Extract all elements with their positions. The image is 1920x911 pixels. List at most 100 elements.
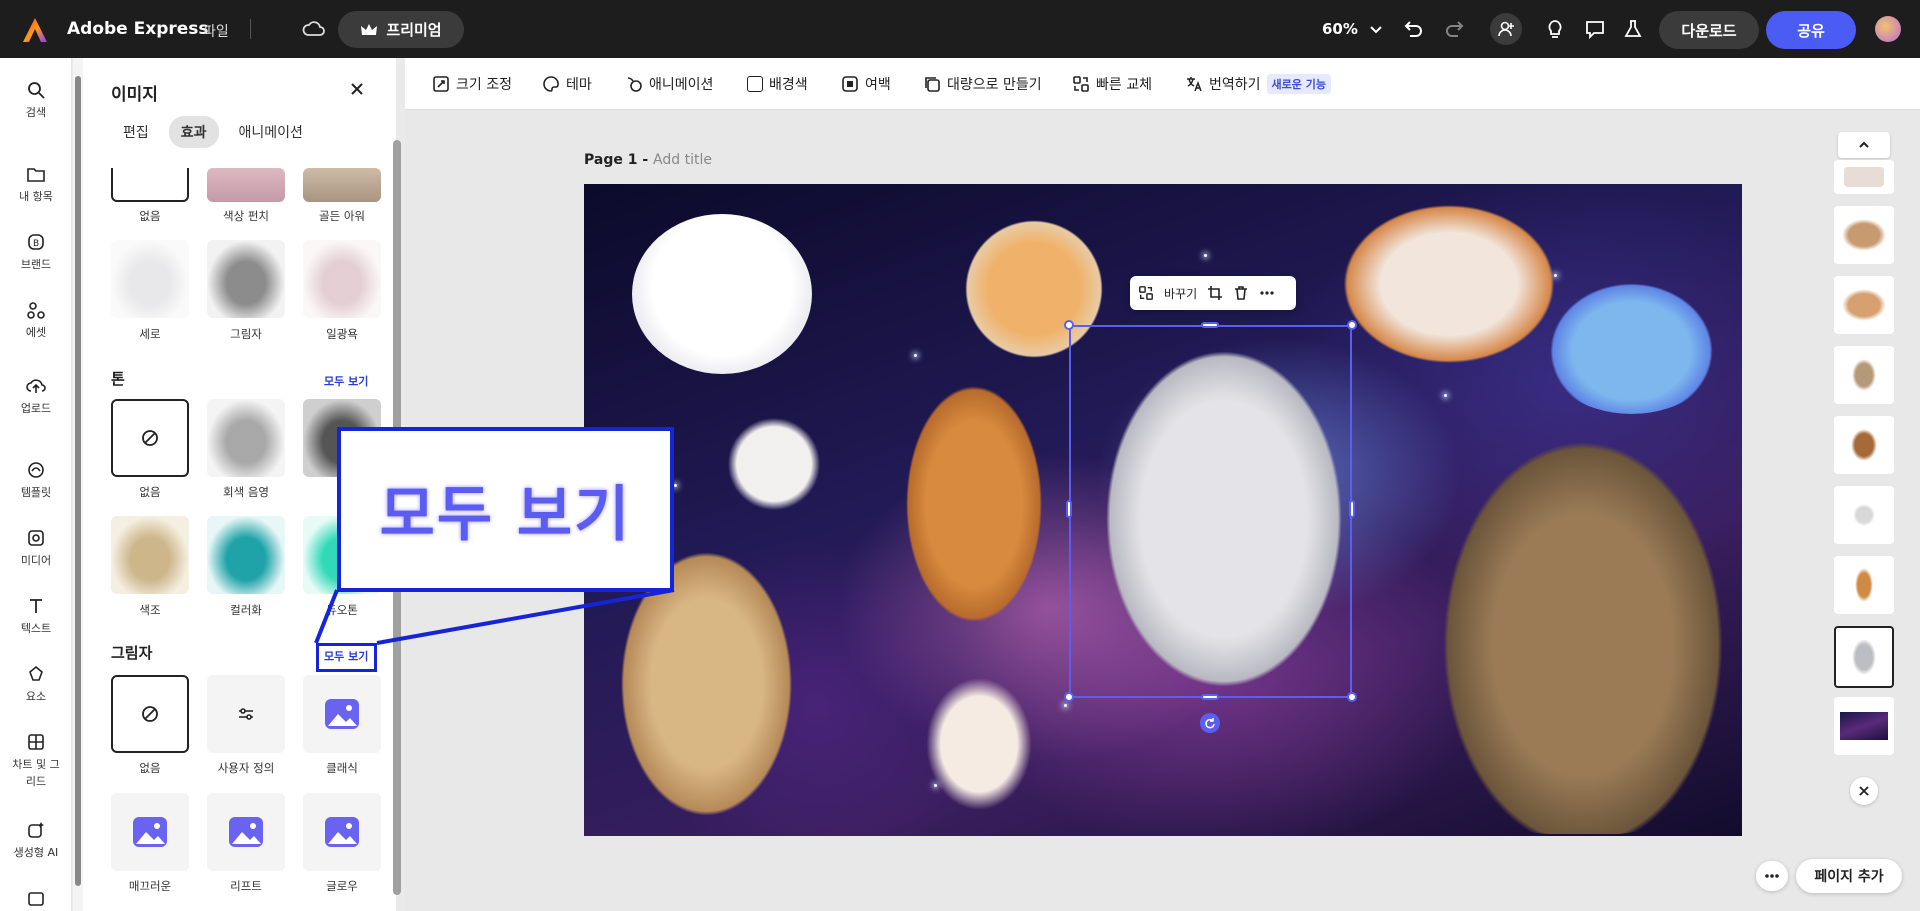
effect-shadow-tone[interactable] xyxy=(207,240,285,318)
blue-guinea-pig[interactable] xyxy=(1539,274,1724,414)
page-thumb[interactable] xyxy=(1834,486,1894,544)
more-icon[interactable] xyxy=(1259,285,1275,301)
resize-handle[interactable] xyxy=(1349,500,1355,518)
shadow-lift[interactable] xyxy=(207,793,285,871)
rail-item-media[interactable]: 미디어 xyxy=(0,528,72,568)
effect-portrait[interactable] xyxy=(111,240,189,318)
app-name[interactable]: Adobe Express xyxy=(67,19,209,39)
effect-sunbath[interactable] xyxy=(303,240,381,318)
rail-scrollbar[interactable] xyxy=(73,58,83,911)
page-thumb[interactable] xyxy=(1834,346,1894,404)
rail-item-more[interactable] xyxy=(0,888,72,911)
resize-handle[interactable] xyxy=(1201,322,1219,328)
orange-cat[interactable] xyxy=(899,374,1049,634)
cloud-icon[interactable] xyxy=(302,18,326,40)
resize-handle[interactable] xyxy=(1347,320,1357,330)
shadow-none[interactable] xyxy=(111,675,189,753)
rail-item-elements[interactable]: 요소 xyxy=(0,664,72,704)
bulk-create-tool[interactable]: 대량으로 만들기 xyxy=(923,74,1042,94)
hamster-white[interactable] xyxy=(724,409,824,519)
replace-button[interactable]: 바꾸기 xyxy=(1164,285,1197,302)
rail-label: 업로드 xyxy=(20,402,52,415)
upload-icon xyxy=(26,379,46,393)
rail-item-gen-ai[interactable]: 생성형 AI xyxy=(0,820,72,860)
crown-icon xyxy=(361,23,378,35)
rail-item-upload[interactable]: 업로드 xyxy=(0,376,72,416)
resize-handle[interactable] xyxy=(1201,694,1219,700)
shadow-glow[interactable] xyxy=(303,793,381,871)
chevron-down-icon[interactable] xyxy=(1368,21,1384,37)
tone-tint[interactable] xyxy=(111,516,189,594)
tone-colorize[interactable] xyxy=(207,516,285,594)
resize-handle[interactable] xyxy=(1064,692,1074,702)
translate-tool[interactable]: 번역하기 새로운 기능 xyxy=(1185,74,1331,94)
margin-tool[interactable]: 여백 xyxy=(841,74,891,94)
quick-replace-tool[interactable]: 빠른 교체 xyxy=(1072,74,1152,94)
resize-handle[interactable] xyxy=(1066,500,1072,518)
download-button[interactable]: 다운로드 xyxy=(1659,11,1759,49)
shadow-custom[interactable] xyxy=(207,675,285,753)
close-pages-button[interactable] xyxy=(1850,777,1878,805)
profile-avatar[interactable] xyxy=(1875,16,1901,42)
theme-tool[interactable]: 테마 xyxy=(542,74,592,94)
undo-icon[interactable] xyxy=(1402,18,1424,40)
shadow-classic[interactable] xyxy=(303,675,381,753)
shadow-smooth[interactable] xyxy=(111,793,189,871)
rail-item-assets[interactable]: 에셋 xyxy=(0,300,72,340)
page-thumb[interactable] xyxy=(1834,276,1894,334)
rotate-handle[interactable] xyxy=(1200,713,1220,733)
rail-item-search[interactable]: 검색 xyxy=(0,80,72,120)
tab-edit[interactable]: 편집 xyxy=(111,116,161,148)
tab-effects[interactable]: 효과 xyxy=(168,116,219,148)
rail-item-charts-grids[interactable]: 차트 및 그리드 xyxy=(0,732,72,790)
effect-color-punch[interactable] xyxy=(207,168,285,202)
tone-see-all-link[interactable]: 모두 보기 xyxy=(324,373,368,389)
scrollbar-thumb[interactable] xyxy=(75,76,81,886)
white-pomeranian[interactable] xyxy=(632,214,812,374)
animation-tool[interactable]: 애니메이션 xyxy=(625,74,713,94)
resize-handle[interactable] xyxy=(1064,320,1074,330)
rail-item-my-stuff[interactable]: 내 항목 xyxy=(0,164,72,204)
rail-item-text[interactable]: 텍스트 xyxy=(0,596,72,636)
background-color-tool[interactable]: 배경색 xyxy=(747,74,808,94)
page-thumb[interactable] xyxy=(1834,416,1894,474)
trash-icon[interactable] xyxy=(1233,285,1249,301)
resize-handle[interactable] xyxy=(1347,692,1357,702)
translate-label: 번역하기 xyxy=(1209,77,1261,93)
add-title-input[interactable]: Add title xyxy=(653,152,712,168)
effect-golden-hour[interactable] xyxy=(303,168,381,202)
rail-item-brand[interactable]: B 브랜드 xyxy=(0,232,72,272)
replace-icon[interactable] xyxy=(1138,285,1154,301)
page-thumb[interactable] xyxy=(1834,160,1894,194)
zoom-level[interactable]: 60% xyxy=(1322,20,1358,38)
page-thumb[interactable] xyxy=(1834,556,1894,614)
crop-icon[interactable] xyxy=(1207,285,1223,301)
share-button[interactable]: 공유 xyxy=(1766,11,1856,49)
pages-up-button[interactable] xyxy=(1838,132,1890,158)
page-thumb[interactable] xyxy=(1834,206,1894,264)
more-options-button[interactable] xyxy=(1756,861,1788,891)
tone-grayscale[interactable] xyxy=(207,399,285,477)
premium-button[interactable]: 프리미엄 xyxy=(338,11,464,48)
file-menu[interactable]: 파일 xyxy=(203,21,229,41)
invite-button[interactable] xyxy=(1490,13,1522,45)
guinea-pig[interactable] xyxy=(1329,194,1569,374)
selection-box[interactable] xyxy=(1069,325,1352,698)
rail-item-templates[interactable]: 템플릿 xyxy=(0,460,72,500)
lightbulb-icon[interactable] xyxy=(1544,18,1566,40)
resize-tool[interactable]: 크기 조정 xyxy=(432,74,512,94)
page-thumb[interactable] xyxy=(1834,697,1894,755)
thumb-image xyxy=(1852,359,1876,391)
tab-animation[interactable]: 애니메이션 xyxy=(227,116,315,148)
tone-none[interactable] xyxy=(111,399,189,477)
flask-icon[interactable] xyxy=(1622,18,1644,40)
page-thumb-active[interactable] xyxy=(1834,626,1894,688)
comment-icon[interactable] xyxy=(1584,18,1606,40)
tabby-cat[interactable] xyxy=(1424,414,1742,834)
adobe-express-logo[interactable] xyxy=(22,17,48,43)
hamster-standing[interactable] xyxy=(919,669,1039,819)
add-page-button[interactable]: 페이지 추가 xyxy=(1796,859,1902,893)
redo-icon[interactable] xyxy=(1444,18,1466,40)
effect-none[interactable] xyxy=(111,168,189,202)
close-icon[interactable] xyxy=(348,80,366,98)
